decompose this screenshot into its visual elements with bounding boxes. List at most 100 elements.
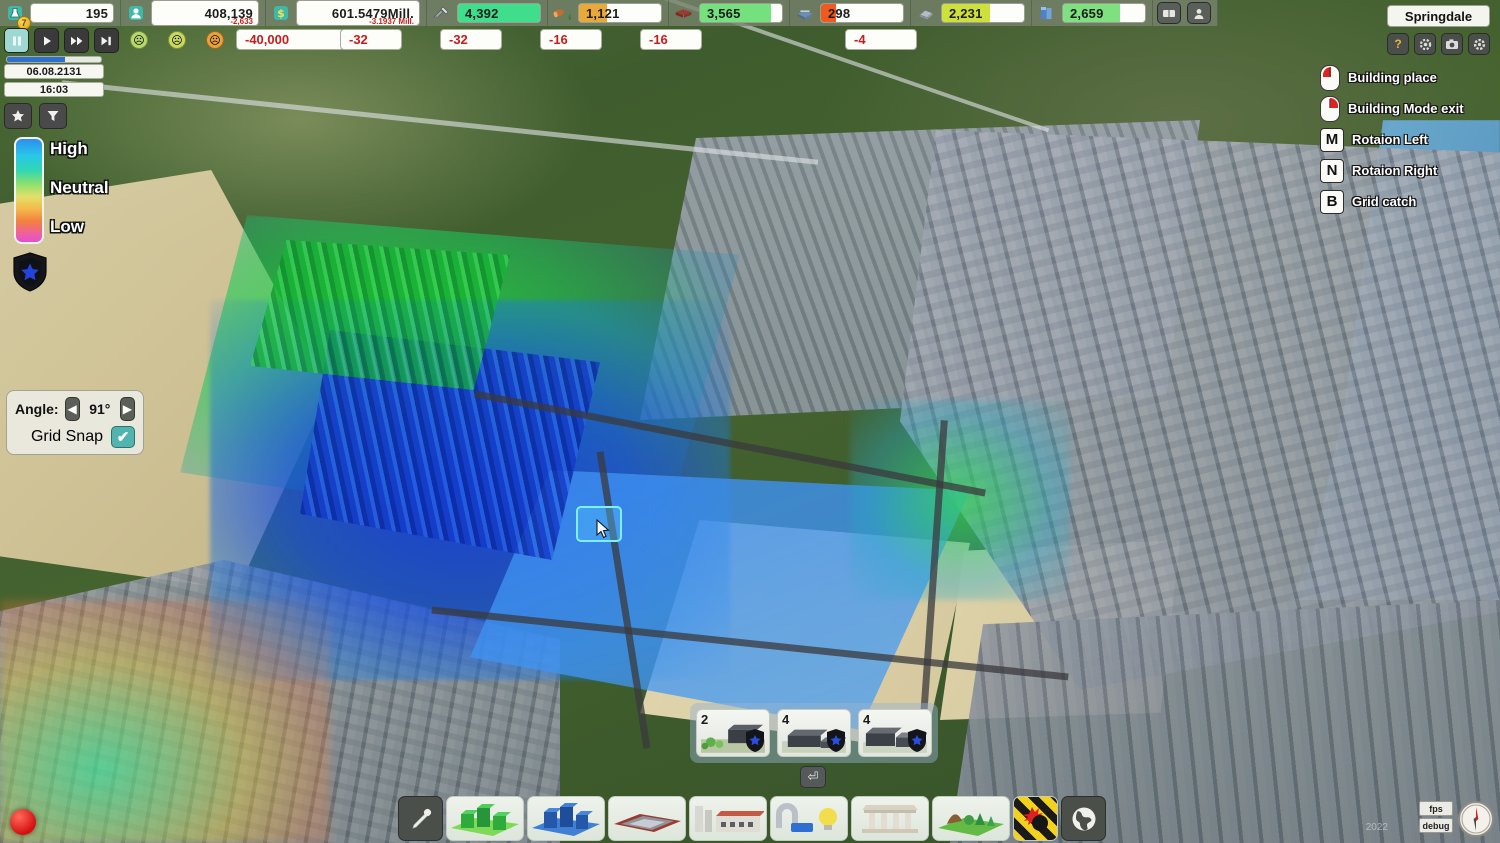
star-icon [11,109,25,123]
chevron-right-icon: ▶ [123,402,132,416]
angle-value: 91° [86,401,114,417]
person-icon [125,3,147,23]
toolbar-civic[interactable] [851,796,929,841]
buildings-icon [1162,7,1176,19]
record-indicator[interactable] [10,809,36,835]
filter-button[interactable] [39,103,67,129]
brick-delta-value: -32 [449,32,468,47]
toolbar-disasters[interactable] [1013,796,1058,841]
concrete-value: 2,231 [949,6,983,21]
research-value: 195 [86,6,108,21]
fps-button[interactable]: fps [1419,801,1453,816]
toolbar-commercial[interactable] [527,796,605,841]
park-nature-icon [935,800,1007,838]
grid-snap-checkbox[interactable]: ✔ [111,426,135,448]
screenshot-button[interactable] [1441,33,1463,55]
building-card[interactable]: 4 [777,709,851,757]
flask-icon: 7 [4,3,26,23]
hint-building-place: Building place [1320,62,1492,93]
key-b-icon: B [1320,190,1344,214]
hint-rotate-right: N Rotaion Right [1320,155,1492,186]
city-name-value: Springdale [1405,9,1472,24]
toolbar-utilities[interactable] [770,796,848,841]
fps-label: fps [1429,804,1443,814]
concrete-delta-pill: -16 [640,29,702,50]
mood-3-cell[interactable]: ☹ [196,31,234,49]
glass-value-pill: 2,659 [1062,3,1146,23]
building-card[interactable]: 4 [858,709,932,757]
resource-wood[interactable]: 1,121 [548,0,669,26]
mouse-right-click-icon [1320,96,1340,122]
toolbar-parks[interactable] [932,796,1010,841]
angle-label: Angle: [15,401,59,417]
mood-2-icon: ☹ [168,31,186,49]
bomb-hazard-icon [1019,804,1053,834]
options-button[interactable] [1468,33,1490,55]
date-value: 06.08.2131 [26,66,81,78]
debug-button[interactable]: debug [1419,818,1453,833]
resource-population[interactable]: 408,139 -2,633 [121,0,266,26]
play-button[interactable] [34,28,59,53]
resource-steel[interactable]: 298 [790,0,911,26]
hint-grid-catch: B Grid catch [1320,186,1492,217]
pipes-power-icon [773,800,845,838]
rotate-right-button[interactable]: ▶ [120,397,135,421]
civic-building-icon [854,800,926,838]
cog-icon [1473,38,1486,51]
confirm-enter-key[interactable]: ⏎ [800,766,826,788]
building-picker: 2 4 4 [690,703,938,763]
game-screen: 7 195 408,139 -2,633 $ 601.5479Mill. -3.… [0,0,1500,843]
city-name-field[interactable]: Springdale [1387,5,1490,27]
police-shield-icon [825,728,847,753]
road-icon [611,800,683,838]
mouse-cursor-icon [596,519,610,539]
resource-topbar: 7 195 408,139 -2,633 $ 601.5479Mill. -3.… [0,0,1218,26]
time-progress-bar [6,56,102,63]
toolbar-residential[interactable] [446,796,524,841]
resource-glass[interactable]: 2,659 [1032,0,1153,26]
steel-icon [794,3,816,23]
resource-concrete[interactable]: 2,231 [911,0,1032,26]
tools-value: 4,392 [465,6,499,21]
help-button[interactable]: ? [1387,33,1409,55]
police-shield-icon [906,728,928,753]
debug-buttons: fps debug [1419,801,1453,835]
resource-bricks[interactable]: 3,565 [669,0,790,26]
gear-icon [1419,38,1432,51]
favorites-button[interactable] [4,103,32,129]
building-cluster-north-green [250,240,510,390]
buildings-toggle-button[interactable] [1157,2,1181,24]
header-buttons-row: ? [1387,33,1490,55]
rotate-left-button[interactable]: ◀ [65,397,80,421]
glass-value: 2,659 [1070,6,1104,21]
toolbar-roads[interactable] [608,796,686,841]
resource-research[interactable]: 7 195 [0,0,121,26]
pause-icon [11,35,23,47]
wood-value: 1,121 [586,6,620,21]
factory-icon [692,800,764,838]
settings-button[interactable] [1414,33,1436,55]
key-m-icon: M [1320,128,1344,152]
skip-button[interactable] [94,28,119,53]
compass-widget[interactable] [1458,801,1494,837]
toolbar-eyedropper[interactable] [398,796,443,841]
pause-button[interactable] [4,28,29,53]
hint-building-mode-exit-label: Building Mode exit [1348,101,1464,116]
mood-2-cell[interactable]: ☹ [158,31,196,49]
building-card[interactable]: 2 [696,709,770,757]
toolbar-industry[interactable] [689,796,767,841]
mood-1-cell[interactable]: ☹ [120,31,158,49]
toolbar-world-map[interactable] [1061,796,1106,841]
money-value-pill: 601.5479Mill. -3.1937 Mill. [296,0,420,26]
tools-icon [431,3,453,23]
resource-money[interactable]: $ 601.5479Mill. -3.1937 Mill. [266,0,427,26]
mood-1-icon: ☹ [130,31,148,49]
fast-forward-button[interactable] [64,28,89,53]
bricks-value-pill: 3,565 [699,3,783,23]
hint-rotate-right-label: Rotaion Right [1352,163,1437,178]
citizen-icon [1192,7,1206,20]
resource-tools[interactable]: 4,392 [427,0,548,26]
citizens-toggle-button[interactable] [1187,2,1211,24]
happiness-delta-value: -40,000 [245,32,289,47]
heatmap-zone-low-warm [0,600,330,843]
